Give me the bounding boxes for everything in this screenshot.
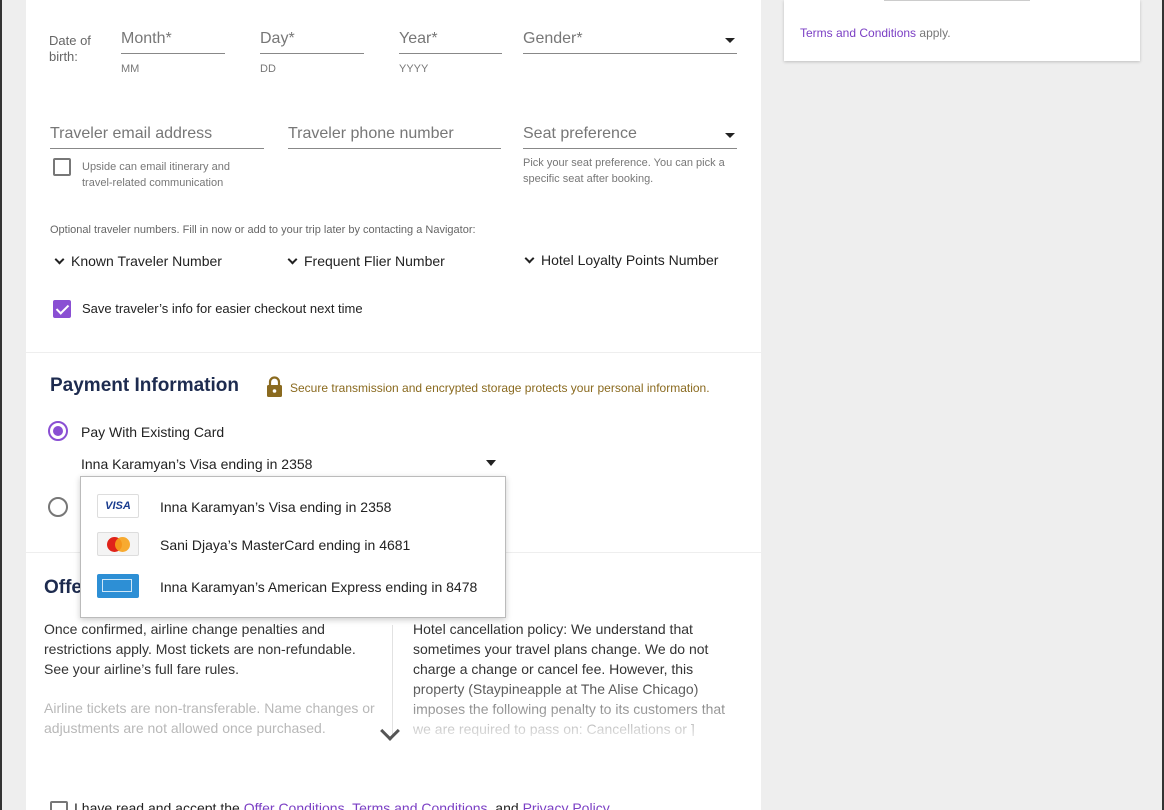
airline-policy-text: Once confirmed, airline change penalties… — [44, 621, 356, 677]
text-fade-overlay — [413, 676, 733, 736]
window-left-border — [0, 0, 2, 810]
chevron-down-icon — [524, 253, 535, 264]
privacy-link[interactable]: Privacy Policy — [523, 800, 610, 810]
accept-prefix: I have read and accept the — [74, 800, 244, 810]
card-option-visa[interactable]: VISA Inna Karamyan’s Visa ending in 2358 — [81, 488, 505, 526]
chevron-down-icon — [54, 254, 65, 265]
month-placeholder: Month* — [121, 30, 172, 47]
accept-terms-text: I have read and accept the Offer Conditi… — [74, 800, 610, 810]
pay-existing-label: Pay With Existing Card — [81, 424, 225, 440]
mastercard-icon — [97, 532, 139, 556]
seat-hint: Pick your seat preference. You can pick … — [523, 157, 725, 185]
caret-down-icon — [725, 38, 735, 43]
month-field[interactable]: Month* — [121, 30, 225, 54]
divider — [884, 0, 1030, 1]
accept-terms-checkbox[interactable] — [50, 801, 68, 810]
card-select[interactable]: Inna Karamyan’s Visa ending in 2358 — [81, 456, 312, 472]
traveler-email-field[interactable]: Traveler email address — [50, 125, 264, 149]
day-placeholder: Day* — [260, 30, 295, 47]
known-traveler-expander[interactable]: Known Traveler Number — [54, 253, 222, 269]
year-placeholder: Year* — [399, 30, 438, 47]
save-info-label: Save traveler’s info for easier checkout… — [82, 301, 363, 316]
caret-down-icon[interactable] — [486, 460, 496, 466]
hotel-loyalty-label: Hotel Loyalty Points Number — [541, 252, 719, 268]
card-option-label: Inna Karamyan’s American Express ending … — [160, 579, 478, 595]
and-text: , and — [487, 800, 523, 810]
traveler-phone-field[interactable]: Traveler phone number — [288, 125, 501, 149]
pay-new-card-radio[interactable] — [48, 497, 68, 517]
airline-transfer-text: Airline tickets are non-transferable. Na… — [44, 700, 375, 736]
gender-placeholder: Gender* — [523, 30, 583, 47]
email-consent-checkbox[interactable] — [53, 158, 71, 176]
card-option-amex[interactable]: Inna Karamyan’s American Express ending … — [81, 568, 505, 606]
comma: , — [344, 800, 353, 810]
card-option-label: Inna Karamyan’s Visa ending in 2358 — [160, 499, 392, 515]
year-hint: YYYY — [399, 63, 429, 75]
month-hint: MM — [121, 63, 140, 75]
offer-title: Offe — [44, 577, 82, 598]
offer-conditions-link[interactable]: Offer Conditions — [244, 800, 345, 810]
seat-placeholder: Seat preference — [523, 125, 637, 142]
seat-preference-select[interactable]: Seat preference — [523, 125, 737, 149]
save-info-checkbox[interactable] — [53, 300, 71, 318]
card-option-label: Sani Djaya’s MasterCard ending in 4681 — [160, 537, 411, 553]
phone-placeholder: Traveler phone number — [288, 125, 454, 142]
visa-icon: VISA — [97, 494, 139, 518]
day-field[interactable]: Day* — [260, 30, 364, 54]
secure-text: Secure transmission and encrypted storag… — [290, 381, 710, 395]
terms-link[interactable]: Terms and Conditions — [352, 800, 487, 810]
sidebar-terms-suffix: apply. — [916, 26, 951, 40]
caret-down-icon — [725, 133, 735, 138]
email-consent-label: Upside can email itinerary and travel-re… — [82, 161, 230, 189]
card-option-mastercard[interactable]: Sani Djaya’s MasterCard ending in 4681 — [81, 526, 505, 564]
lock-icon — [267, 376, 282, 397]
gender-select[interactable]: Gender* — [523, 30, 737, 54]
day-hint: DD — [260, 63, 276, 75]
column-divider — [392, 625, 393, 735]
known-traveler-label: Known Traveler Number — [71, 253, 222, 269]
sidebar-terms-text: Terms and Conditions apply. — [800, 26, 951, 40]
payment-title: Payment Information — [50, 375, 239, 396]
amex-icon — [97, 574, 139, 598]
frequent-flier-expander[interactable]: Frequent Flier Number — [287, 253, 445, 269]
pay-existing-radio[interactable] — [48, 421, 68, 441]
sidebar-summary-card: Terms and Conditions apply. — [784, 0, 1140, 61]
hotel-loyalty-expander[interactable]: Hotel Loyalty Points Number — [524, 252, 719, 268]
email-placeholder: Traveler email address — [50, 125, 213, 142]
year-field[interactable]: Year* — [399, 30, 502, 54]
card-dropdown-menu: VISA Inna Karamyan’s Visa ending in 2358… — [80, 476, 506, 618]
chevron-down-icon — [287, 254, 298, 265]
frequent-flier-label: Frequent Flier Number — [304, 253, 445, 269]
sidebar-terms-link[interactable]: Terms and Conditions — [800, 26, 916, 40]
optional-numbers-text: Optional traveler numbers. Fill in now o… — [50, 224, 476, 236]
dob-label: Date of birth: — [49, 33, 91, 64]
